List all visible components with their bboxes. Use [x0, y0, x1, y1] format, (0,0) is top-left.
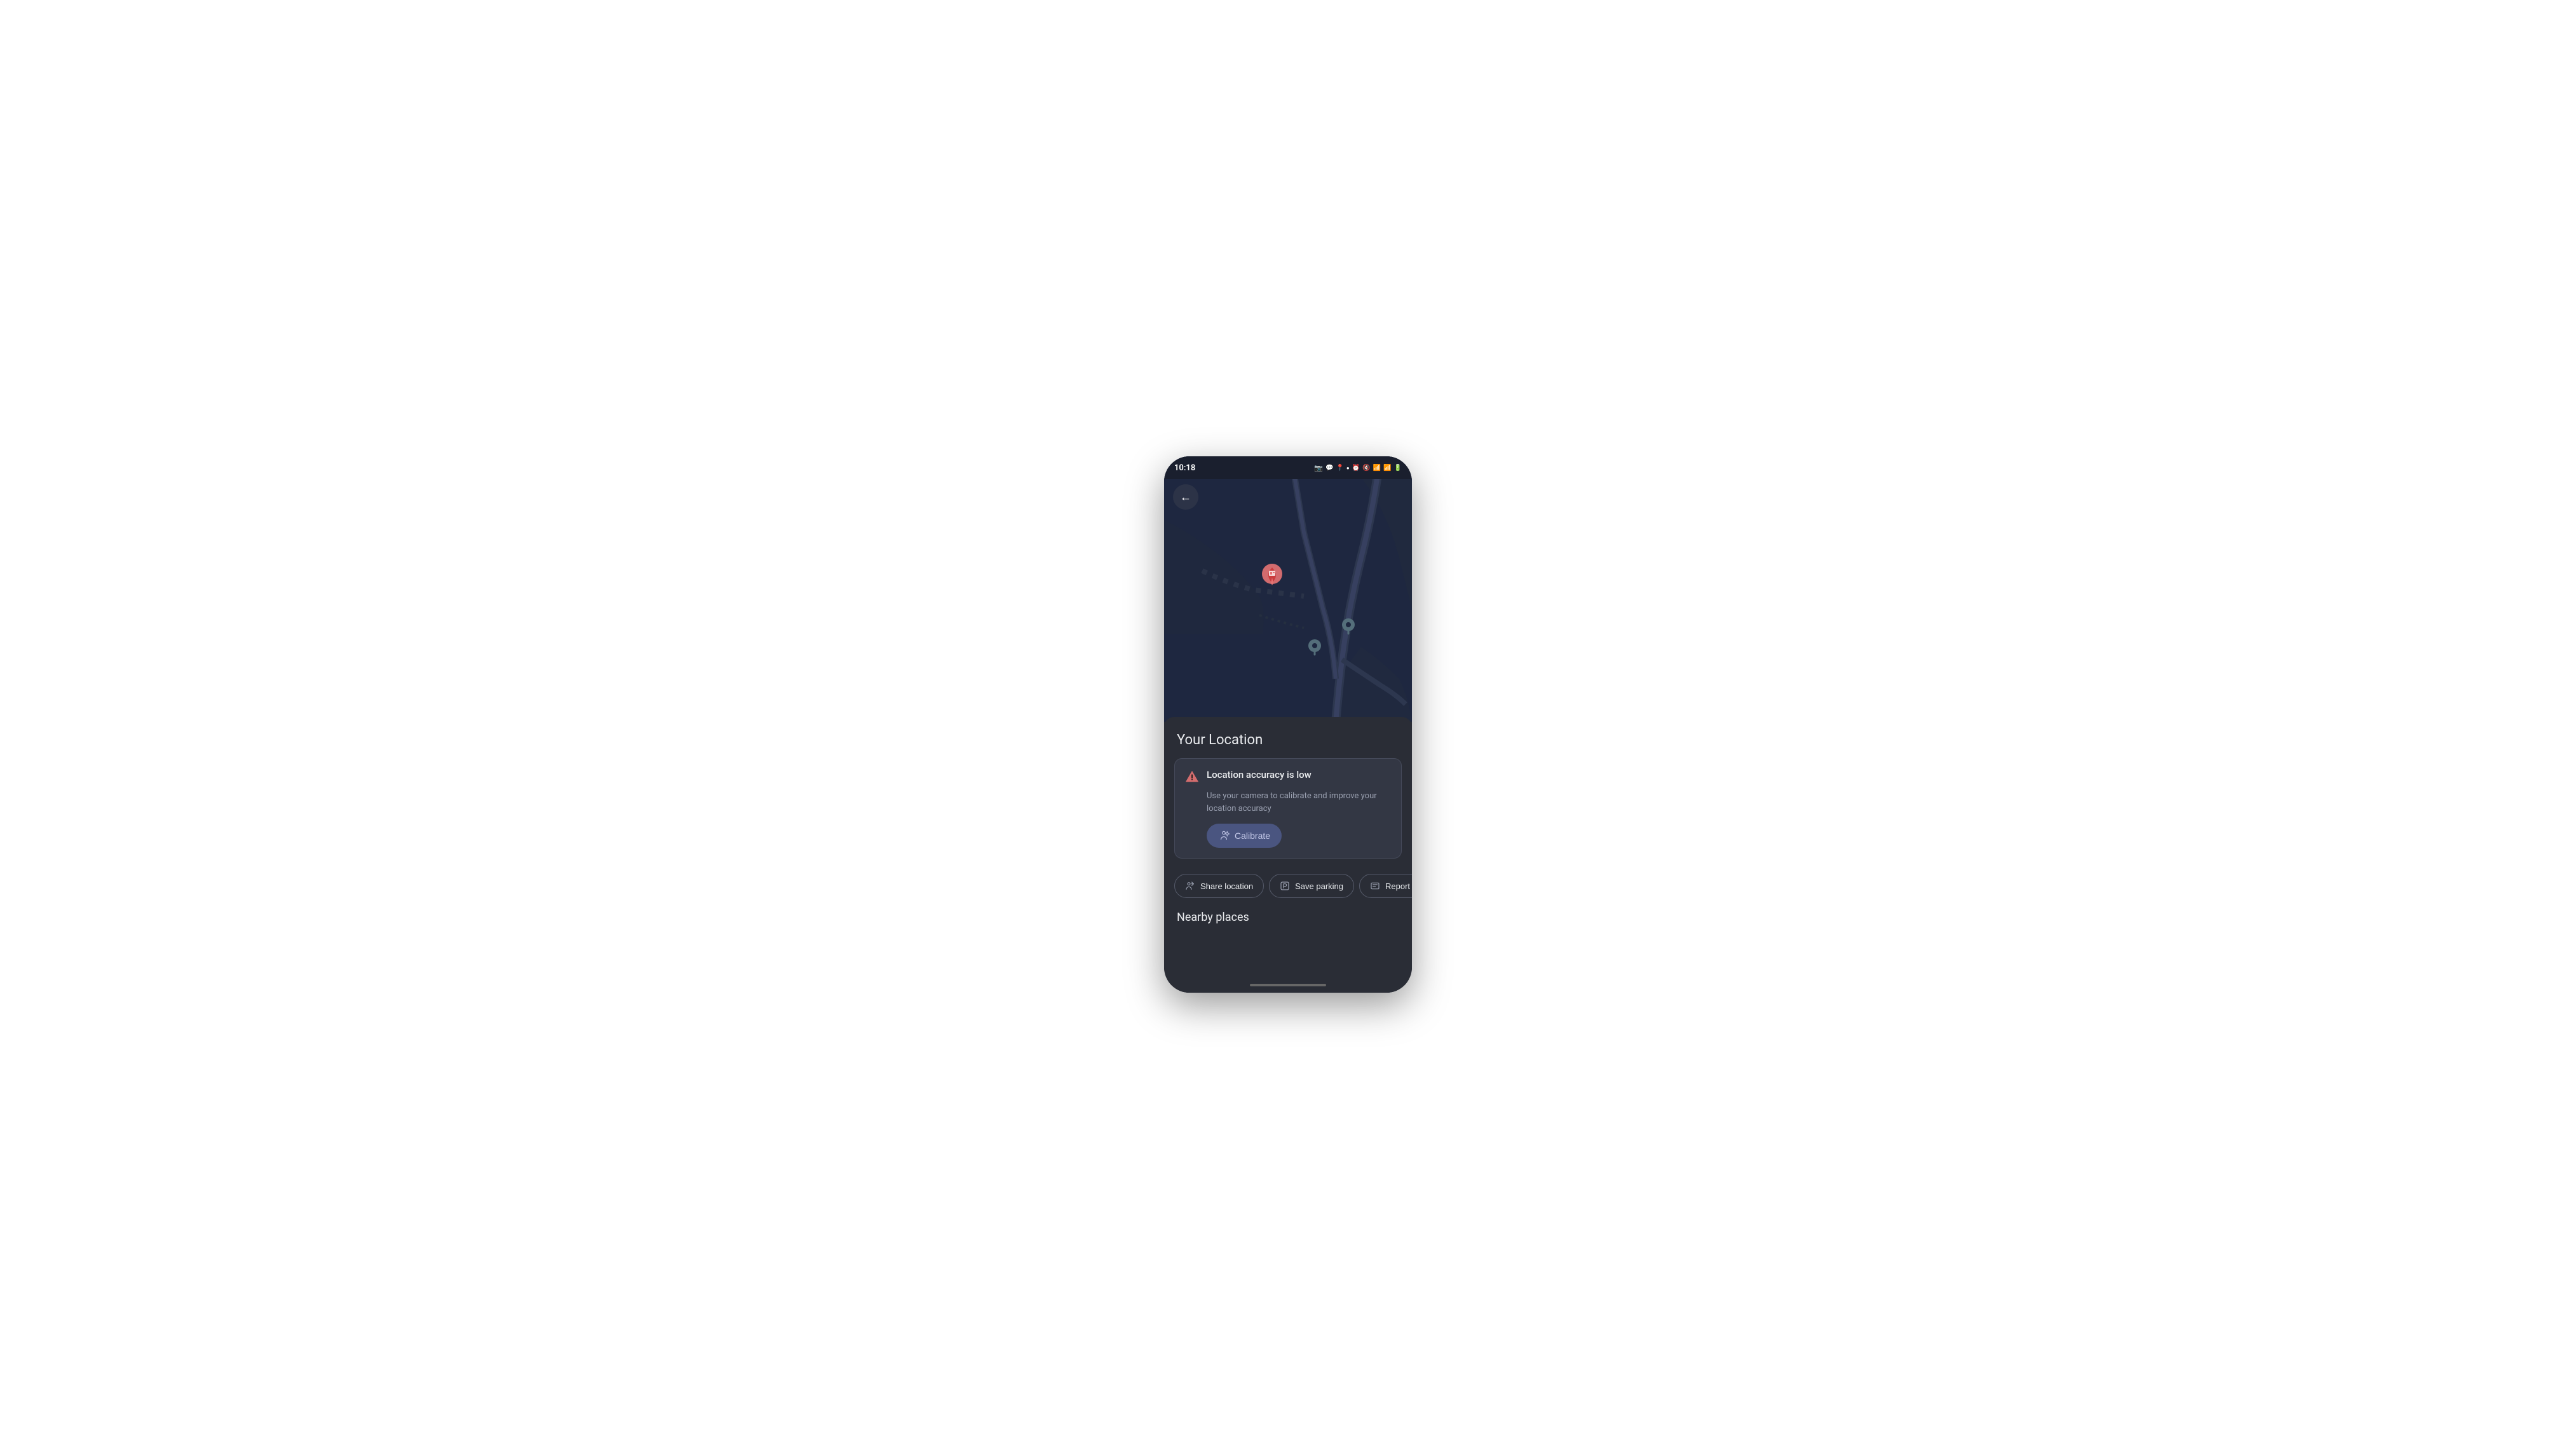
- save-parking-chip[interactable]: Save parking: [1269, 874, 1354, 898]
- dot-indicator: ●: [1346, 465, 1350, 471]
- report-chip[interactable]: Report a...: [1359, 874, 1412, 898]
- warning-icon: [1185, 770, 1199, 784]
- mute-icon: 🔇: [1362, 465, 1370, 472]
- nav-bar: [1164, 977, 1412, 993]
- report-label: Report a...: [1385, 881, 1412, 891]
- map-area: [1164, 456, 1412, 723]
- bottom-sheet: Your Location Location accuracy is low U…: [1164, 722, 1412, 993]
- calibrate-button[interactable]: Calibrate: [1207, 824, 1282, 848]
- status-time: 10:18: [1174, 463, 1195, 473]
- battery-icon: 🔋: [1394, 465, 1402, 472]
- nav-indicator: [1250, 984, 1326, 986]
- whatsapp-icon: 💬: [1325, 465, 1333, 472]
- nearby-title: Nearby places: [1164, 903, 1412, 929]
- back-arrow-icon: ←: [1180, 491, 1191, 504]
- phone-container: 10:18 📷 💬 📍 ● ⏰ 🔇 📶 📶 🔋 ← Your Location: [1164, 456, 1412, 993]
- report-icon: [1370, 881, 1380, 891]
- share-location-chip[interactable]: Share location: [1174, 874, 1264, 898]
- share-person-icon: [1185, 881, 1195, 891]
- share-location-label: Share location: [1200, 881, 1253, 891]
- alert-header: Location accuracy is low: [1185, 769, 1391, 784]
- alert-description: Use your camera to calibrate and improve…: [1185, 790, 1391, 815]
- status-icons: 📷 💬 📍 ● ⏰ 🔇 📶 📶 🔋: [1314, 464, 1402, 472]
- wifi-icon: 📶: [1373, 465, 1381, 472]
- calibrate-icon: [1218, 830, 1230, 841]
- back-button[interactable]: ←: [1173, 484, 1198, 510]
- save-parking-label: Save parking: [1295, 881, 1343, 891]
- alarm-icon: ⏰: [1352, 465, 1360, 472]
- calibrate-button-text: Calibrate: [1235, 831, 1270, 841]
- parking-icon: [1280, 881, 1290, 891]
- signal-icon: 📶: [1383, 465, 1391, 472]
- alert-card: Location accuracy is low Use your camera…: [1174, 758, 1402, 859]
- status-bar: 10:18 📷 💬 📍 ● ⏰ 🔇 📶 📶 🔋: [1164, 456, 1412, 479]
- photo-icon: 📷: [1314, 464, 1323, 472]
- action-chips: Share location Save parking Report a...: [1164, 864, 1412, 903]
- sheet-title: Your Location: [1164, 722, 1412, 753]
- alert-title: Location accuracy is low: [1207, 769, 1312, 782]
- location-icon: 📍: [1336, 465, 1343, 472]
